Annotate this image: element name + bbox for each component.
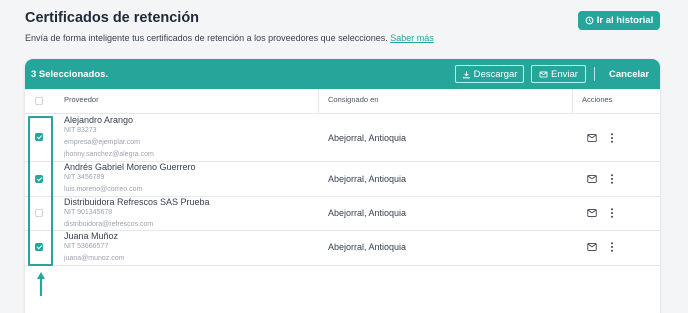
consigned-place: Abejorral, Antioquia <box>328 133 407 143</box>
select-all-checkbox[interactable] <box>35 97 43 105</box>
mail-icon[interactable] <box>587 209 597 217</box>
page-title: Certificados de retención <box>25 10 200 26</box>
provider-name: Juana Muñoz <box>64 231 119 241</box>
history-icon <box>585 16 594 25</box>
download-button[interactable]: Descargar <box>455 65 524 83</box>
row-checkbox[interactable] <box>35 175 43 183</box>
selection-toolbar: 3 Seleccionados. Descargar Enviar Cancel… <box>25 59 660 89</box>
row-checkbox[interactable] <box>35 243 43 251</box>
cancel-button[interactable]: Cancelar <box>609 69 649 80</box>
provider-email: empresa@ejemplar.com <box>64 139 140 146</box>
column-divider <box>572 89 573 113</box>
history-button[interactable]: Ir al historial <box>578 11 660 30</box>
selected-count: 3 Seleccionados. <box>31 69 109 80</box>
page-subtitle: Envía de forma inteligente tus certifica… <box>25 33 434 43</box>
column-header-provider: Proveedor <box>64 95 99 104</box>
mail-icon[interactable] <box>587 134 597 142</box>
history-button-label: Ir al historial <box>596 15 654 26</box>
subtitle-text: Envía de forma inteligente tus certifica… <box>25 33 388 43</box>
provider-name: Alejandro Arango <box>64 115 134 125</box>
provider-name: Distribuidora Refrescos SAS Prueba <box>64 197 210 207</box>
mail-icon <box>539 70 548 78</box>
more-vertical-icon[interactable] <box>610 174 614 184</box>
provider-name: Andrés Gabriel Moreno Guerrero <box>64 162 196 172</box>
provider-email: juana@munoz.com <box>64 255 125 262</box>
download-label: Descargar <box>473 68 518 80</box>
mail-icon[interactable] <box>587 243 597 251</box>
mail-icon[interactable] <box>587 175 597 183</box>
toolbar-divider <box>594 67 595 81</box>
download-icon <box>462 70 470 78</box>
more-vertical-icon[interactable] <box>610 242 614 252</box>
provider-nit: NIT 83273 <box>64 127 97 134</box>
row-divider <box>25 230 660 231</box>
more-vertical-icon[interactable] <box>610 208 614 218</box>
consigned-place: Abejorral, Antioquia <box>328 208 407 218</box>
row-divider <box>25 113 660 114</box>
send-label: Enviar <box>551 68 578 80</box>
column-header-consigned: Consignado en <box>328 95 379 104</box>
provider-email: distribuidora@refrescos.com <box>64 221 154 228</box>
row-checkbox[interactable] <box>35 133 43 141</box>
provider-nit: NIT 3456789 <box>64 174 105 181</box>
provider-nit: NIT 53666577 <box>64 243 109 250</box>
provider-email-secondary: jhonny.sanchez@alegra.com <box>64 151 154 158</box>
send-button[interactable]: Enviar <box>531 65 586 83</box>
learn-more-link[interactable]: Saber más <box>390 33 434 43</box>
consigned-place: Abejorral, Antioquia <box>328 242 407 252</box>
consigned-place: Abejorral, Antioquia <box>328 174 407 184</box>
provider-email: luis.moreno@correo.com <box>64 186 143 193</box>
providers-card: 3 Seleccionados. Descargar Enviar Cancel… <box>25 59 660 313</box>
row-divider <box>25 265 660 266</box>
column-header-actions: Acciones <box>582 95 613 104</box>
column-divider <box>318 89 319 113</box>
row-checkbox[interactable] <box>35 209 43 217</box>
more-vertical-icon[interactable] <box>610 133 614 143</box>
provider-nit: NIT 901345678 <box>64 209 113 216</box>
